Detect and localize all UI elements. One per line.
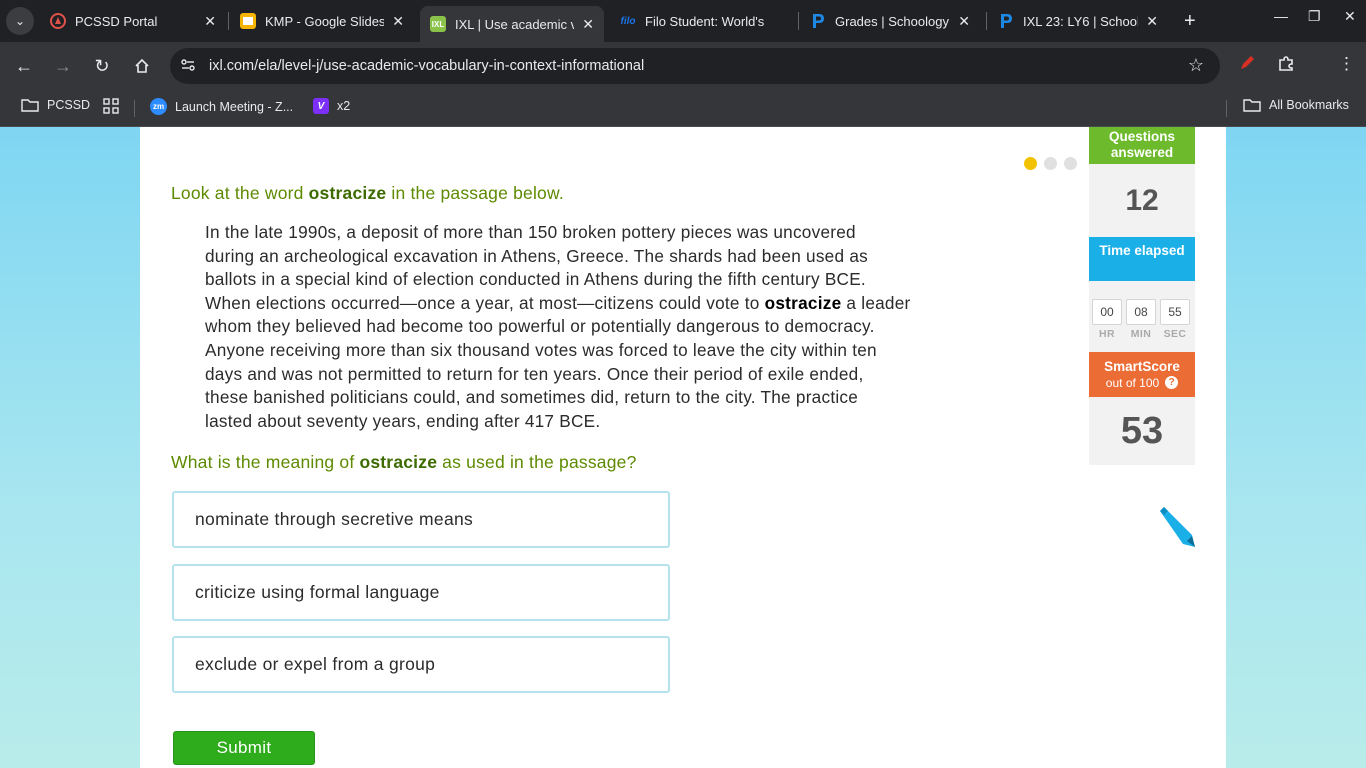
close-icon[interactable]: ✕ [1146, 13, 1158, 30]
progress-dots [1024, 157, 1077, 170]
passage-line: ballots in a special kind of election co… [205, 269, 866, 290]
close-window-icon[interactable]: ✕ [1344, 8, 1356, 25]
tab-search-button[interactable]: ⌄ [6, 7, 34, 35]
time-hours-unit: HR [1099, 328, 1115, 340]
tab-ixl-active[interactable]: IXL IXL | Use academic v ✕ [420, 6, 604, 42]
google-slides-icon [240, 13, 256, 29]
home-icon[interactable] [130, 54, 154, 78]
time-hours: 00 [1092, 299, 1122, 325]
folder-icon [1243, 98, 1261, 112]
schoology-icon [810, 13, 826, 29]
passage-line: during an archeological excavation in At… [205, 245, 868, 266]
answer-choice-2[interactable]: criticize using formal language [172, 564, 670, 621]
tab-filo[interactable]: filo Filo Student: World's [610, 6, 796, 36]
bookmark-star-icon[interactable]: ☆ [1188, 55, 1204, 76]
passage-line: whom they believed had become too powerf… [205, 316, 875, 337]
close-icon[interactable]: ✕ [958, 13, 970, 30]
back-arrow-icon[interactable]: ← [12, 54, 36, 78]
practice-panel: Look at the word ostracize in the passag… [140, 127, 1226, 768]
question-word: ostracize [359, 452, 438, 472]
passage-line: In the late 1990s, a deposit of more tha… [205, 222, 856, 242]
smartscore-value: 53 [1089, 397, 1195, 465]
url-text: ixl.com/ela/level-j/use-academic-vocabul… [209, 58, 645, 74]
minimize-icon[interactable]: — [1274, 8, 1288, 24]
questions-answered-label: Questions answered [1089, 127, 1195, 164]
browser-toolbar: ← → ↻ ixl.com/ela/level-j/use-academic-v… [0, 42, 1366, 90]
time-seconds-unit: SEC [1163, 328, 1187, 340]
target-word: ostracize [308, 183, 387, 203]
passage-line: Anyone receiving more than six thousand … [205, 339, 877, 360]
tab-google-slides[interactable]: KMP - Google Slides ✕ [230, 6, 414, 36]
help-question-icon[interactable]: ? [1165, 376, 1179, 390]
extensions-puzzle-icon[interactable] [1277, 54, 1295, 77]
bookmark-pcssd[interactable]: PCSSD [21, 98, 90, 112]
all-bookmarks[interactable]: All Bookmarks [1243, 98, 1349, 112]
pencil-icon[interactable] [1154, 505, 1196, 554]
site-settings-icon[interactable] [180, 57, 196, 76]
close-icon[interactable]: ✕ [204, 13, 216, 30]
chevron-down-icon: ⌄ [14, 14, 26, 28]
submit-button[interactable]: Submit [173, 731, 315, 765]
bookmarks-bar: PCSSD zm Launch Meeting - Z... V x2 All … [0, 90, 1366, 127]
smartscore-header: SmartScore out of 100? [1089, 352, 1195, 397]
smartscore-sublabel: out of 100 [1105, 376, 1160, 390]
time-elapsed-label: Time elapsed [1089, 237, 1195, 281]
pen-extension-icon[interactable] [1238, 54, 1256, 77]
smartscore-label: SmartScore [1104, 359, 1180, 374]
close-icon[interactable]: ✕ [392, 13, 404, 30]
tab-schoology-ixl[interactable]: IXL 23: LY6 | Schoolo ✕ [988, 6, 1168, 36]
question-text: What is the meaning of ostracize as used… [171, 452, 637, 472]
x2-icon: V [313, 98, 329, 114]
tab-pcssd-portal[interactable]: PCSSD Portal ✕ [40, 6, 226, 36]
bookmark-separator [134, 100, 135, 117]
passage-line: days and was not permitted to return for… [205, 363, 864, 384]
progress-dot-active [1024, 157, 1037, 170]
answer-choice-3[interactable]: exclude or expel from a group [172, 636, 670, 693]
restore-icon[interactable]: ❐ [1308, 8, 1321, 25]
progress-dot [1064, 157, 1077, 170]
time-seconds: 55 [1160, 299, 1190, 325]
close-icon[interactable]: ✕ [582, 16, 594, 33]
passage-target-word: ostracize [764, 292, 842, 313]
progress-dot [1044, 157, 1057, 170]
tab-schoology-grades[interactable]: Grades | Schoology ✕ [800, 6, 980, 36]
bookmark-separator [1226, 100, 1227, 117]
more-menu-icon[interactable]: ⋮ [1338, 54, 1355, 74]
tab-separator [798, 12, 799, 30]
tab-strip: ⌄ PCSSD Portal ✕ KMP - Google Slides ✕ I… [0, 0, 1366, 42]
reload-icon[interactable]: ↻ [90, 54, 114, 78]
bookmark-x2[interactable]: V x2 [313, 98, 350, 114]
managed-folder-icon [21, 98, 39, 112]
pcssd-icon [50, 13, 66, 29]
forward-arrow-icon[interactable]: → [51, 54, 75, 78]
zoom-icon: zm [150, 98, 167, 115]
passage-line: lasted about seventy years, ending after… [205, 410, 601, 431]
time-minutes-unit: MIN [1130, 328, 1152, 340]
schoology-icon [998, 13, 1014, 29]
address-bar[interactable]: ixl.com/ela/level-j/use-academic-vocabul… [170, 48, 1220, 84]
ixl-page-background: Look at the word ostracize in the passag… [0, 127, 1366, 768]
time-minutes: 08 [1126, 299, 1156, 325]
question-prompt: Look at the word ostracize in the passag… [171, 183, 564, 203]
passage-line: these banished politicians could, and so… [205, 387, 859, 408]
time-elapsed-display: 00 08 55 HR MIN SEC [1089, 281, 1195, 352]
bookmark-zoom-launch[interactable]: zm Launch Meeting - Z... [150, 98, 293, 115]
tab-separator [228, 12, 229, 30]
tab-separator [986, 12, 987, 30]
answer-choice-1[interactable]: nominate through secretive means [172, 491, 670, 548]
ixl-icon: IXL [430, 16, 446, 32]
questions-answered-count: 12 [1089, 164, 1195, 237]
filo-icon: filo [620, 15, 636, 27]
new-tab-plus-icon[interactable]: + [1184, 10, 1196, 33]
reading-passage: In the late 1990s, a deposit of more tha… [205, 221, 975, 433]
apps-grid-icon[interactable] [103, 98, 119, 114]
passage-line: When elections occurred—once a year, at … [205, 292, 911, 313]
